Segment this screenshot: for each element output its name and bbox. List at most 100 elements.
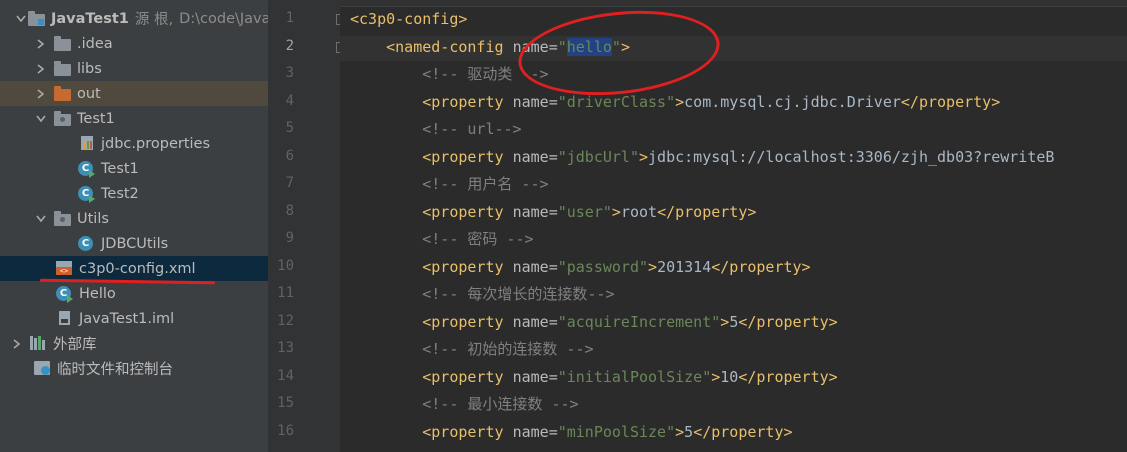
tree-item-iml-file[interactable]: JavaTest1.iml (0, 306, 268, 331)
tree-item-out[interactable]: out (0, 81, 268, 106)
tree-item-c3p0-config-xml[interactable]: c3p0-config.xml (0, 256, 268, 281)
code-editor[interactable]: <c3p0-config> <named-config name="hello"… (340, 0, 1127, 452)
tree-item-label: Test2 (101, 185, 139, 202)
code-line[interactable]: <property name="user">root</property> (350, 200, 756, 225)
xml-tag: </property> (738, 313, 838, 331)
xml-tag: </property> (900, 93, 1001, 111)
xml-attr-name: name (512, 423, 549, 441)
module-folder-icon (28, 10, 46, 27)
xml-tag: <c3p0-config> (350, 10, 468, 28)
tree-item-test2-class[interactable]: C Test2 (0, 181, 268, 206)
xml-comment: <!-- url--> (422, 120, 522, 138)
xml-tag: <property (422, 368, 504, 386)
tree-item-test1-package[interactable]: Test1 (0, 106, 268, 131)
tree-item-test1-class[interactable]: C Test1 (0, 156, 268, 181)
xml-text: jdbc:mysql://localhost:3306/zjh_db03?rew… (648, 148, 1055, 166)
xml-attr-name: name (512, 368, 549, 386)
line-number: 4 (285, 93, 294, 109)
tree-item-label: Test1 (77, 110, 115, 127)
editor-tab-strip (340, 0, 1127, 7)
chevron-right-icon[interactable] (34, 88, 48, 99)
line-number: 12 (277, 313, 294, 329)
chevron-down-icon[interactable] (34, 215, 48, 223)
line-number: 3 (285, 65, 294, 81)
line-number: 2 (285, 38, 294, 54)
code-line[interactable]: <!-- 最小连接数 --> (350, 392, 579, 417)
code-line[interactable]: <!-- 每次增长的连接数--> (350, 282, 615, 307)
tree-item-external-libraries[interactable]: 外部库 (0, 331, 268, 356)
code-line[interactable]: <property name="minPoolSize">5</property… (350, 420, 793, 445)
xml-text: 5 (684, 423, 694, 441)
line-number: 8 (285, 203, 294, 219)
chevron-right-icon[interactable] (34, 63, 48, 74)
xml-attr-value: initialPoolSize (566, 368, 703, 386)
tree-item-label: Utils (77, 210, 109, 227)
xml-attr-name: name (512, 258, 549, 276)
code-line[interactable]: <!-- url--> (350, 117, 522, 142)
code-line[interactable]: <!-- 初始的连接数 --> (350, 337, 594, 362)
tree-item-label: libs (77, 60, 102, 77)
chevron-right-icon[interactable] (34, 38, 48, 49)
line-number: 15 (277, 395, 294, 411)
runnable-class-icon: C (78, 160, 96, 177)
xml-attr-value: user (566, 203, 603, 221)
xml-text: root (620, 203, 658, 221)
tree-item-label: jdbc.properties (101, 135, 211, 152)
code-line[interactable]: <!-- 密码 --> (350, 227, 533, 252)
tree-item-jdbc-properties[interactable]: jdbc.properties (0, 131, 268, 156)
xml-comment: <!-- 最小连接数 --> (422, 395, 579, 413)
excluded-folder-icon (54, 85, 72, 102)
code-line[interactable]: <property name="driverClass">com.mysql.c… (350, 90, 1000, 115)
xml-attr-name: name (512, 203, 549, 221)
xml-attr-value: driverClass (566, 93, 667, 111)
tree-item-idea[interactable]: .idea (0, 31, 268, 56)
scratches-icon (34, 360, 52, 377)
code-line[interactable]: <property name="initialPoolSize">10</pro… (350, 365, 837, 390)
xml-file-icon (56, 260, 74, 277)
tree-item-libs[interactable]: libs (0, 56, 268, 81)
xml-attr-value: jdbcUrl (566, 148, 630, 166)
tree-item-hello-class[interactable]: C Hello (0, 281, 268, 306)
tree-item-scratches[interactable]: 临时文件和控制台 (0, 356, 268, 381)
xml-attr-name: name (512, 148, 549, 166)
xml-tag: </property> (711, 258, 811, 276)
tree-item-label: JavaTest1.iml (79, 310, 175, 327)
chevron-down-icon[interactable] (34, 115, 48, 123)
source-root-label: 源 根, (134, 12, 174, 28)
annotation-circle (514, 1, 724, 105)
tree-item-jdbcutils-class[interactable]: C JDBCUtils (0, 231, 268, 256)
tree-item-utils-package[interactable]: Utils (0, 206, 268, 231)
xml-tag: </property> (693, 423, 793, 441)
xml-tag: <property (422, 258, 504, 276)
tree-item-label: Hello (79, 285, 116, 302)
line-number: 5 (285, 120, 294, 136)
code-line[interactable]: <!-- 用户名 --> (350, 172, 549, 197)
tree-item-project-root[interactable]: JavaTest1 源 根, D:\code\Java (0, 6, 268, 31)
chevron-down-icon[interactable] (14, 15, 28, 23)
runnable-class-icon: C (56, 285, 74, 302)
xml-comment: <!-- 每次增长的连接数--> (422, 285, 615, 303)
iml-file-icon (56, 310, 74, 327)
tree-item-label: .idea (77, 35, 113, 52)
project-tree: JavaTest1 源 根, D:\code\Java .idea libs o… (0, 0, 268, 452)
line-number: 16 (277, 423, 294, 439)
code-line[interactable]: <c3p0-config> (350, 7, 467, 32)
xml-tag: <property (422, 93, 504, 111)
xml-text: 10 (720, 368, 739, 386)
xml-tag: <property (422, 148, 504, 166)
code-line[interactable]: <property name="acquireIncrement">5</pro… (350, 310, 838, 335)
xml-tag: <property (422, 423, 504, 441)
chevron-right-icon[interactable] (10, 338, 24, 349)
xml-tag: </property> (657, 203, 757, 221)
tree-item-label: JDBCUtils (101, 235, 169, 252)
line-number: 13 (277, 340, 294, 356)
line-number: 11 (277, 285, 294, 301)
code-line[interactable]: <property name="jdbcUrl">jdbc:mysql://lo… (350, 145, 1054, 170)
xml-text: 201314 (657, 258, 712, 276)
properties-file-icon (78, 135, 96, 152)
line-number: 7 (285, 175, 294, 191)
line-number: 10 (277, 258, 294, 274)
xml-comment: <!-- 用户名 --> (422, 175, 549, 193)
xml-comment: <!-- 初始的连接数 --> (422, 340, 594, 358)
code-line[interactable]: <property name="password">201314</proper… (350, 255, 811, 280)
